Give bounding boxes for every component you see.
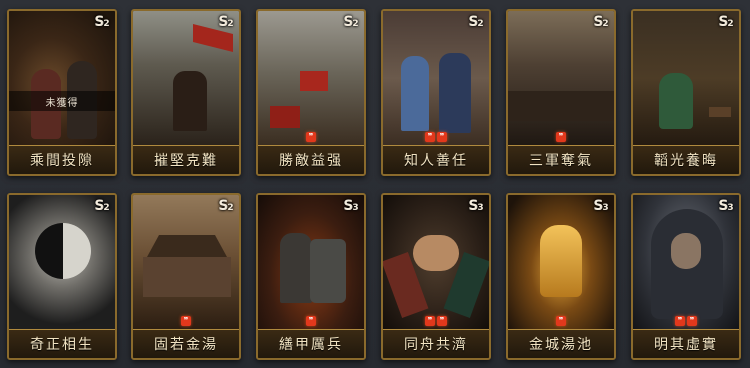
card-nameplate: 摧堅克難 xyxy=(133,145,239,174)
card-nameplate: 明其虛實 xyxy=(633,329,739,358)
season-s-icon: S2 xyxy=(343,14,359,30)
season-s-icon: S2 xyxy=(718,14,734,30)
red-rarity-mark-icon: ❞ xyxy=(556,316,566,326)
rarity-marks: ❞ ❞ xyxy=(383,132,489,142)
card-nameplate: 韜光養晦 xyxy=(633,145,739,174)
card-name: 奇正相生 xyxy=(30,337,94,353)
red-rarity-mark-icon: ❞ xyxy=(306,316,316,326)
tactic-card[interactable]: S3 ❞ 繕甲厲兵 xyxy=(256,193,366,360)
card-nameplate: 三軍奪氣 xyxy=(508,145,614,174)
tactic-card[interactable]: S3 ❞ 金城湯池 xyxy=(506,193,616,360)
card-name: 金城湯池 xyxy=(529,337,593,353)
season-s-icon: S3 xyxy=(343,198,359,214)
rarity-marks: ❞ xyxy=(258,132,364,142)
red-rarity-mark-icon: ❞ xyxy=(556,132,566,142)
red-rarity-mark-icon: ❞ xyxy=(306,132,316,142)
card-nameplate: 固若金湯 xyxy=(133,329,239,358)
tactic-card[interactable]: S2 摧堅克難 xyxy=(131,9,241,176)
card-name: 知人善任 xyxy=(404,153,468,169)
tactic-card[interactable]: S2 ❞ 三軍奪氣 xyxy=(506,9,616,176)
season-s-icon: S3 xyxy=(718,198,734,214)
season-s-icon: S2 xyxy=(593,14,609,30)
season-s-icon: S3 xyxy=(468,198,484,214)
red-rarity-mark-icon: ❞ xyxy=(425,132,435,142)
card-nameplate: 知人善任 xyxy=(383,145,489,174)
card-name: 三軍奪氣 xyxy=(529,153,593,169)
season-s-icon: S2 xyxy=(94,198,110,214)
card-name: 韜光養晦 xyxy=(654,153,718,169)
tactic-card[interactable]: S2 ❞ ❞ 知人善任 xyxy=(381,9,491,176)
rarity-marks: ❞ ❞ xyxy=(633,316,739,326)
unobtained-badge: 未獲得 xyxy=(9,91,115,111)
tactic-card[interactable]: S2 未獲得 乘間投隙 xyxy=(7,9,117,176)
red-rarity-mark-icon: ❞ xyxy=(425,316,435,326)
red-rarity-mark-icon: ❞ xyxy=(437,316,447,326)
card-nameplate: 金城湯池 xyxy=(508,329,614,358)
card-nameplate: 乘間投隙 xyxy=(9,145,115,174)
card-nameplate: 勝敵益强 xyxy=(258,145,364,174)
card-nameplate: 繕甲厲兵 xyxy=(258,329,364,358)
card-nameplate: 奇正相生 xyxy=(9,329,115,358)
card-name: 固若金湯 xyxy=(154,337,218,353)
tactic-card[interactable]: S3 ❞ ❞ 同舟共濟 xyxy=(381,193,491,360)
card-name: 同舟共濟 xyxy=(404,337,468,353)
tactic-card[interactable]: S2 韜光養晦 xyxy=(631,9,741,176)
tactic-card[interactable]: S2 ❞ 勝敵益强 xyxy=(256,9,366,176)
card-nameplate: 同舟共濟 xyxy=(383,329,489,358)
season-s-icon: S2 xyxy=(468,14,484,30)
season-s-icon: S2 xyxy=(218,14,234,30)
rarity-marks: ❞ xyxy=(133,316,239,326)
red-rarity-mark-icon: ❞ xyxy=(437,132,447,142)
tactic-card[interactable]: S2 奇正相生 xyxy=(7,193,117,360)
card-name: 勝敵益强 xyxy=(279,153,343,169)
red-rarity-mark-icon: ❞ xyxy=(687,316,697,326)
season-s-icon: S3 xyxy=(593,198,609,214)
card-name: 繕甲厲兵 xyxy=(279,337,343,353)
season-s-icon: S2 xyxy=(94,14,110,30)
rarity-marks: ❞ xyxy=(508,316,614,326)
tactic-card[interactable]: S3 ❞ ❞ 明其虛實 xyxy=(631,193,741,360)
rarity-marks: ❞ xyxy=(508,132,614,142)
tactic-card[interactable]: S2 ❞ 固若金湯 xyxy=(131,193,241,360)
rarity-marks: ❞ ❞ xyxy=(383,316,489,326)
season-s-icon: S2 xyxy=(218,198,234,214)
card-name: 明其虛實 xyxy=(654,337,718,353)
card-name: 摧堅克難 xyxy=(154,153,218,169)
tactic-card-grid: S2 未獲得 乘間投隙 S2 摧堅克難 S2 ❞ 勝敵益强 S 2 ❞ ❞ 知人… xyxy=(0,0,750,368)
card-name: 乘間投隙 xyxy=(30,153,94,169)
red-rarity-mark-icon: ❞ xyxy=(181,316,191,326)
rarity-marks: ❞ xyxy=(258,316,364,326)
red-rarity-mark-icon: ❞ xyxy=(675,316,685,326)
